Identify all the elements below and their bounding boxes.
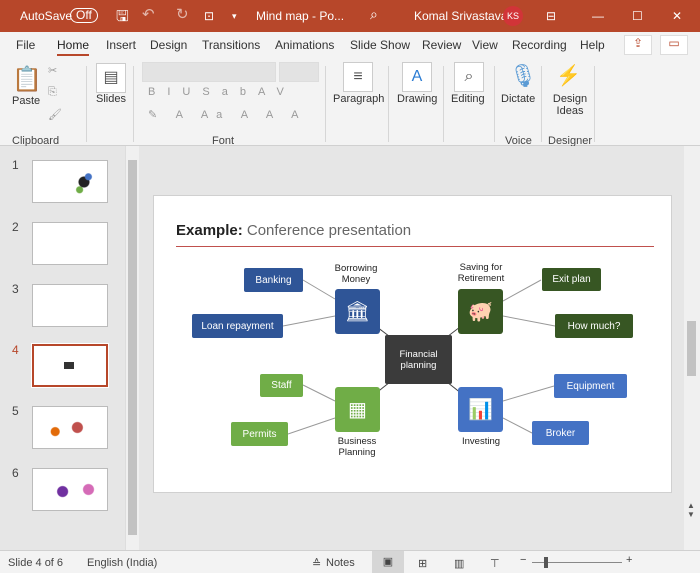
thumbnail-number: 1 bbox=[12, 158, 19, 172]
thumbnail-number: 6 bbox=[12, 466, 19, 480]
label-borrowing-money: Borrowing Money bbox=[334, 263, 378, 285]
design-ideas-icon[interactable]: ⚡ bbox=[556, 63, 581, 88]
tab-recording[interactable]: Recording bbox=[512, 38, 567, 52]
notes-icon[interactable]: ≙ bbox=[312, 557, 321, 570]
share-icon[interactable]: ⇪ bbox=[624, 35, 652, 55]
label-saving-for-retirement: Saving for Retirement bbox=[457, 262, 505, 284]
editing-icon[interactable]: ⌕ bbox=[454, 62, 484, 92]
node-equipment[interactable]: Equipment bbox=[554, 374, 627, 398]
ribbon-tabs: File Home Insert Design Transitions Anim… bbox=[0, 32, 700, 58]
font-name-dropdown[interactable] bbox=[142, 62, 276, 82]
document-title: Mind map - Po... bbox=[256, 9, 345, 23]
thumbnail-number: 4 bbox=[12, 343, 19, 357]
thumbnail-number: 5 bbox=[12, 404, 19, 418]
design-ideas-button[interactable]: Design Ideas bbox=[552, 93, 588, 117]
tab-slide-show[interactable]: Slide Show bbox=[350, 38, 410, 52]
tab-design[interactable]: Design bbox=[150, 38, 187, 52]
node-permits[interactable]: Permits bbox=[231, 422, 288, 446]
minimize-icon[interactable]: — bbox=[592, 9, 604, 23]
close-icon[interactable]: ✕ bbox=[672, 9, 682, 23]
node-staff[interactable]: Staff bbox=[260, 374, 303, 397]
slide-canvas[interactable]: Example: Conference presentation Financi… bbox=[153, 195, 672, 493]
calculator-icon[interactable]: ▦ bbox=[335, 387, 380, 432]
avatar[interactable]: KS bbox=[503, 6, 523, 26]
reading-view-icon[interactable]: ▥ bbox=[454, 557, 464, 570]
notes-button[interactable]: Notes bbox=[326, 557, 355, 569]
tab-help[interactable]: Help bbox=[580, 38, 605, 52]
copy-icon[interactable]: ⎘ bbox=[48, 86, 57, 99]
node-how-much[interactable]: How much? bbox=[555, 314, 633, 338]
editor-scrollbar[interactable]: ▲ ▼ bbox=[684, 146, 700, 550]
search-icon[interactable]: ⌕ bbox=[370, 6, 378, 23]
drawing-button[interactable]: Drawing bbox=[397, 93, 437, 105]
slide-sorter-icon[interactable]: ⊞ bbox=[418, 557, 427, 570]
slide-thumbnail-3[interactable] bbox=[32, 284, 108, 327]
node-broker[interactable]: Broker bbox=[532, 421, 589, 445]
slide-thumbnails-pane: 1 2 3 4 5 6 bbox=[0, 146, 125, 550]
redo-icon[interactable]: ↻ bbox=[176, 5, 189, 23]
tab-review[interactable]: Review bbox=[422, 38, 461, 52]
tab-home[interactable]: Home bbox=[57, 38, 90, 56]
node-loan-repayment[interactable]: Loan repayment bbox=[192, 314, 283, 338]
undo-icon[interactable]: ↶ bbox=[142, 5, 155, 23]
slide-thumbnail-1[interactable] bbox=[32, 160, 108, 203]
normal-view-icon[interactable]: ▣ bbox=[372, 551, 404, 573]
slide-thumbnail-6[interactable] bbox=[32, 468, 108, 511]
comments-icon[interactable]: ▭ bbox=[660, 35, 688, 55]
tab-animations[interactable]: Animations bbox=[275, 38, 334, 52]
tab-file[interactable]: File bbox=[16, 38, 35, 52]
tab-insert[interactable]: Insert bbox=[106, 38, 136, 52]
slide-thumbnail-4[interactable] bbox=[31, 343, 109, 388]
piggy-bank-icon[interactable]: 🐖 bbox=[458, 289, 503, 334]
tab-view[interactable]: View bbox=[472, 38, 498, 52]
paste-button[interactable]: Paste bbox=[12, 95, 40, 107]
language-indicator[interactable]: English (India) bbox=[87, 557, 157, 569]
paragraph-icon[interactable]: ≡ bbox=[343, 62, 373, 92]
present-icon[interactable]: ⊡ bbox=[204, 9, 214, 23]
drawing-icon[interactable]: A bbox=[402, 62, 432, 92]
save-icon[interactable]: 🖫 bbox=[116, 6, 129, 31]
autosave-toggle[interactable]: Off bbox=[70, 8, 98, 23]
dictate-button[interactable]: Dictate bbox=[501, 93, 535, 105]
chart-icon[interactable]: 📊 bbox=[458, 387, 503, 432]
font-size-dropdown[interactable] bbox=[279, 62, 319, 82]
center-node-financial-planning[interactable]: Financial planning bbox=[385, 335, 452, 384]
ribbon-display-icon[interactable]: ⊟ bbox=[546, 9, 556, 23]
label-business-planning: Business Planning bbox=[337, 436, 377, 458]
editing-button[interactable]: Editing bbox=[451, 93, 485, 105]
thumbnails-scrollbar[interactable] bbox=[125, 146, 139, 550]
zoom-out-button[interactable]: − bbox=[520, 554, 526, 566]
microphone-icon[interactable]: 🎙 bbox=[509, 63, 537, 89]
title-bar: AutoSave Off 🖫 ↶ ↻ ⊡ ▾ Mind map - Po... … bbox=[0, 0, 700, 32]
slides-button[interactable]: Slides bbox=[96, 93, 126, 105]
slideshow-icon[interactable]: ⊤ bbox=[490, 557, 500, 570]
new-slide-icon[interactable]: ▤ bbox=[96, 63, 126, 93]
tab-transitions[interactable]: Transitions bbox=[202, 38, 260, 52]
user-name: Komal Srivastava bbox=[414, 9, 508, 23]
bank-icon[interactable]: 🏛 bbox=[335, 289, 380, 334]
paste-icon[interactable]: 📋 bbox=[12, 66, 42, 96]
customize-qat-icon[interactable]: ▾ bbox=[232, 11, 237, 22]
thumbnail-number: 3 bbox=[12, 282, 19, 296]
font-format-buttons[interactable]: BIUSabAV bbox=[148, 86, 296, 98]
zoom-slider[interactable] bbox=[532, 557, 622, 568]
ribbon: 📋 Paste ✂ ⎘ 🖌 Clipboard ▤ Slides BIUSabA… bbox=[0, 58, 700, 147]
cut-icon[interactable]: ✂ bbox=[48, 64, 57, 77]
zoom-in-button[interactable]: + bbox=[626, 554, 632, 566]
node-banking[interactable]: Banking bbox=[244, 268, 303, 292]
format-painter-icon[interactable]: 🖌 bbox=[48, 108, 62, 121]
paragraph-button[interactable]: Paragraph bbox=[333, 93, 384, 105]
maximize-icon[interactable]: ☐ bbox=[632, 9, 643, 23]
slide-thumbnail-2[interactable] bbox=[32, 222, 108, 265]
slide-thumbnail-5[interactable] bbox=[32, 406, 108, 449]
font-color-buttons[interactable]: ✎ A Aa A A A bbox=[148, 108, 306, 121]
label-investing: Investing bbox=[461, 436, 501, 447]
autosave-label: AutoSave bbox=[20, 9, 73, 23]
node-exit-plan[interactable]: Exit plan bbox=[542, 268, 601, 291]
thumbnail-number: 2 bbox=[12, 220, 19, 234]
status-bar: Slide 4 of 6 English (India) ≙ Notes ▣ ⊞… bbox=[0, 550, 700, 573]
slide-counter: Slide 4 of 6 bbox=[8, 557, 64, 569]
